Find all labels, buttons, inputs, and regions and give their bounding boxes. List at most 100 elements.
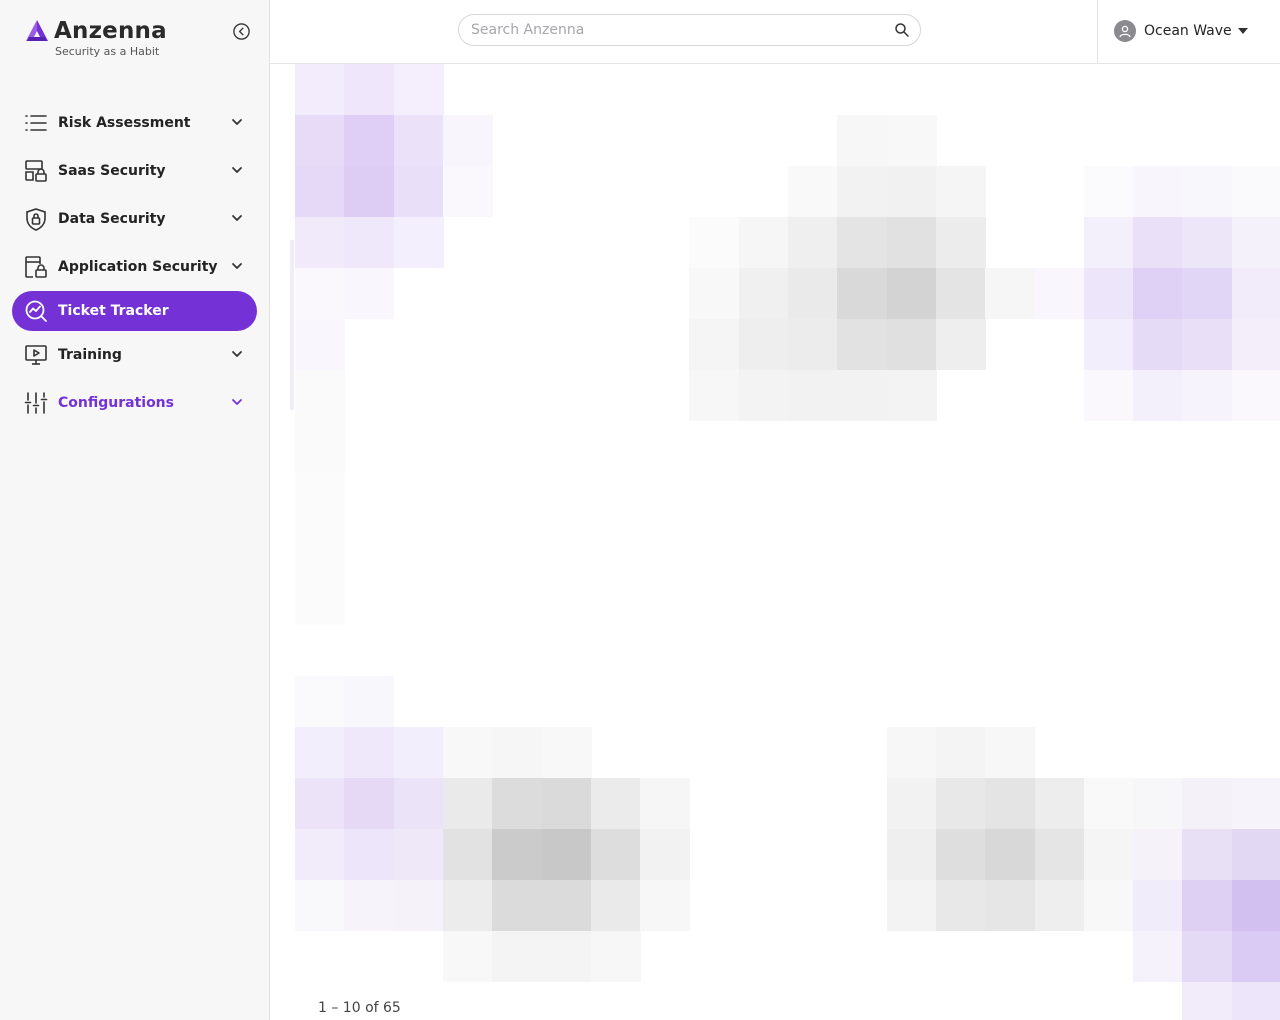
blur-tile bbox=[1133, 931, 1184, 982]
blur-tile bbox=[1231, 829, 1280, 880]
blur-tile bbox=[738, 217, 789, 268]
blur-tile bbox=[886, 115, 937, 166]
user-menu[interactable]: Ocean Wave bbox=[1114, 20, 1248, 42]
blur-tile bbox=[590, 829, 641, 880]
blur-tile bbox=[935, 778, 986, 829]
collapse-sidebar-icon[interactable] bbox=[232, 22, 251, 41]
search-icon[interactable] bbox=[894, 22, 910, 38]
blur-tile bbox=[689, 319, 740, 370]
blur-tile bbox=[1034, 880, 1085, 931]
blur-tile bbox=[886, 370, 937, 421]
blur-tile bbox=[295, 523, 345, 574]
blur-tile bbox=[1083, 217, 1134, 268]
blur-tile bbox=[738, 268, 789, 319]
blur-tile bbox=[442, 880, 493, 931]
blur-tile bbox=[1083, 319, 1134, 370]
blur-tile bbox=[1182, 778, 1233, 829]
blur-tile bbox=[1133, 880, 1184, 931]
blur-tile bbox=[344, 676, 395, 727]
blur-tile bbox=[837, 268, 888, 319]
blur-tile bbox=[837, 115, 888, 166]
blur-tile bbox=[985, 880, 1036, 931]
blur-tile bbox=[1182, 268, 1233, 319]
blur-tile bbox=[442, 166, 493, 217]
blur-tile bbox=[738, 370, 789, 421]
blur-tile bbox=[492, 880, 543, 931]
blur-tile bbox=[541, 727, 592, 778]
blur-tile bbox=[1231, 931, 1280, 982]
blur-tile bbox=[393, 64, 444, 115]
top-header: Ocean Wave bbox=[270, 0, 1280, 64]
sidebar-item-configurations[interactable]: Configurations bbox=[12, 383, 257, 423]
blur-tile bbox=[886, 268, 937, 319]
blur-tile bbox=[837, 370, 888, 421]
blur-tile bbox=[295, 319, 345, 370]
chevron-down-icon bbox=[232, 399, 242, 405]
blur-tile bbox=[442, 727, 493, 778]
blur-tile bbox=[393, 217, 444, 268]
search-input[interactable] bbox=[459, 15, 879, 45]
blur-tile bbox=[640, 880, 691, 931]
monitor-play-icon bbox=[24, 343, 48, 367]
blur-tile bbox=[1231, 982, 1280, 1020]
blur-tile bbox=[295, 880, 345, 931]
blur-tile bbox=[886, 319, 937, 370]
header-divider bbox=[1097, 0, 1098, 64]
blur-tile bbox=[935, 727, 986, 778]
blur-tile bbox=[344, 268, 395, 319]
blur-tile bbox=[492, 727, 543, 778]
sidebar-item-application-security[interactable]: Application Security bbox=[12, 247, 257, 287]
blur-tile bbox=[344, 829, 395, 880]
list-icon bbox=[24, 111, 48, 135]
chevron-down-icon bbox=[232, 167, 242, 173]
blur-tile bbox=[640, 829, 691, 880]
blur-tile bbox=[738, 319, 789, 370]
sidebar-item-training[interactable]: Training bbox=[12, 335, 257, 375]
blur-tile bbox=[393, 166, 444, 217]
blur-tile bbox=[295, 217, 345, 268]
sidebar-item-saas-security[interactable]: Saas Security bbox=[12, 151, 257, 191]
blur-tile bbox=[1133, 268, 1184, 319]
blur-tile bbox=[295, 676, 345, 727]
blur-tile bbox=[1034, 778, 1085, 829]
blur-tile bbox=[935, 880, 986, 931]
blur-tile bbox=[1182, 931, 1233, 982]
blur-tile bbox=[1133, 166, 1184, 217]
sidebar-item-label: Saas Security bbox=[58, 163, 166, 179]
blur-tile bbox=[590, 778, 641, 829]
brand[interactable]: Anzenna Security as a Habit bbox=[24, 18, 167, 58]
blur-tile bbox=[344, 64, 395, 115]
blur-tile bbox=[541, 829, 592, 880]
sidebar-item-risk-assessment[interactable]: Risk Assessment bbox=[12, 103, 257, 143]
saas-lock-icon bbox=[24, 159, 48, 183]
sidebar-item-label: Ticket Tracker bbox=[58, 303, 169, 319]
blur-tile bbox=[295, 370, 345, 421]
blur-tile bbox=[788, 268, 838, 319]
blur-tile bbox=[492, 931, 543, 982]
chevron-down-icon bbox=[232, 215, 242, 221]
blur-tile bbox=[295, 574, 345, 625]
blur-tile bbox=[640, 778, 691, 829]
blur-tile bbox=[886, 217, 937, 268]
blur-tile bbox=[935, 829, 986, 880]
blur-tile bbox=[985, 727, 1036, 778]
search-box[interactable] bbox=[458, 14, 921, 46]
sidebar-item-data-security[interactable]: Data Security bbox=[12, 199, 257, 239]
blur-tile bbox=[788, 166, 838, 217]
blur-tile bbox=[295, 166, 345, 217]
blur-tile bbox=[393, 778, 444, 829]
blur-tile bbox=[442, 115, 493, 166]
blur-tile bbox=[442, 829, 493, 880]
blur-tile bbox=[295, 472, 345, 523]
blur-tile bbox=[1133, 217, 1184, 268]
blur-tile bbox=[1182, 370, 1233, 421]
blur-tile bbox=[295, 115, 345, 166]
blur-tile bbox=[788, 217, 838, 268]
sidebar: Anzenna Security as a Habit Risk Assessm… bbox=[0, 0, 270, 1020]
app-lock-icon bbox=[24, 255, 48, 279]
sidebar-item-ticket-tracker[interactable]: Ticket Tracker bbox=[12, 291, 257, 331]
anzenna-logo-icon bbox=[26, 20, 48, 41]
blur-tile bbox=[1083, 370, 1134, 421]
blur-tile bbox=[985, 778, 1036, 829]
sidebar-item-label: Application Security bbox=[58, 259, 218, 275]
